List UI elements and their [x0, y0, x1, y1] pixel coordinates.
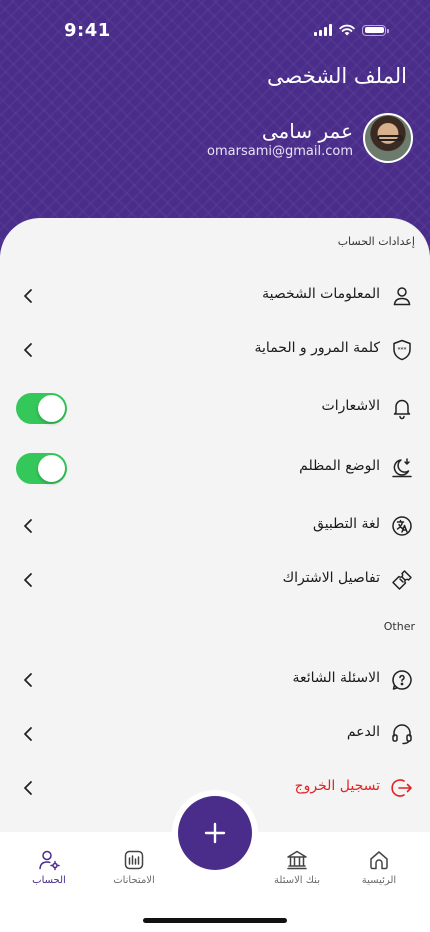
avatar[interactable] [363, 113, 413, 163]
menu-label: الوضع المظلم [299, 458, 380, 474]
logout-icon [391, 779, 412, 797]
section-account-settings: إعدادات الحساب [337, 235, 415, 248]
nav-item-home[interactable]: الرئيسية [339, 848, 419, 886]
add-button[interactable] [178, 796, 252, 870]
menu-label: تفاصيل الاشتراك [282, 570, 380, 586]
menu-item-personal-info[interactable]: المعلومات الشخصية [0, 276, 430, 316]
shield-password-icon: *** [393, 339, 411, 361]
page-title: الملف الشخصى [267, 64, 407, 88]
home-icon [370, 851, 388, 870]
chevron-left-icon [24, 519, 32, 533]
chevron-left-icon [24, 573, 32, 587]
menu-item-app-language[interactable]: لغة التطبيق [0, 506, 430, 546]
status-time: 9:41 [64, 20, 111, 41]
menu-label: لغة التطبيق [313, 516, 380, 532]
nav-item-exams[interactable]: الامتحانات [94, 848, 174, 886]
plus-icon [204, 822, 226, 844]
menu-item-subscription-details[interactable]: تفاصيل الاشتراك [0, 560, 430, 600]
nav-label: الامتحانات [113, 875, 155, 886]
user-profile: عمر سامى omarsami@gmail.com [207, 113, 413, 163]
nav-label: الحساب [32, 875, 66, 886]
ticket-icon [392, 570, 412, 590]
bell-icon [393, 399, 411, 420]
cellular-signal-icon [314, 24, 332, 36]
nav-item-account[interactable]: الحساب [9, 848, 89, 886]
question-icon [392, 670, 412, 690]
dark-mode-toggle[interactable] [16, 453, 67, 484]
menu-label: تسجيل الخروج [294, 778, 380, 794]
bank-icon [287, 850, 307, 870]
user-icon [393, 287, 411, 306]
status-icons [314, 24, 389, 36]
menu-item-password-security[interactable]: *** كلمة المرور و الحماية [0, 330, 430, 370]
wifi-icon [339, 24, 355, 36]
user-settings-icon [39, 850, 60, 871]
battery-icon [362, 24, 389, 36]
user-name: عمر سامى [261, 118, 353, 143]
section-other: Other [383, 620, 415, 633]
nav-label: الرئيسية [361, 875, 397, 886]
translate-icon [392, 516, 412, 536]
menu-item-notifications: الاشعارات [0, 388, 430, 428]
svg-text:***: *** [398, 347, 407, 354]
menu-label: الدعم [346, 724, 380, 740]
menu-item-faq[interactable]: الاسئلة الشائعة [0, 660, 430, 700]
menu-item-dark-mode: الوضع المظلم [0, 448, 430, 488]
notifications-toggle[interactable] [16, 393, 67, 424]
menu-item-support[interactable]: الدعم [0, 714, 430, 754]
chevron-left-icon [24, 727, 32, 741]
chevron-left-icon [24, 673, 32, 687]
home-indicator [143, 918, 287, 923]
menu-label: الاشعارات [321, 398, 380, 414]
chevron-left-icon [24, 343, 32, 357]
nav-label: بنك الاسئلة [274, 875, 320, 886]
exam-sheet-icon [124, 850, 144, 870]
menu-label: الاسئلة الشائعة [292, 670, 381, 686]
menu-label: المعلومات الشخصية [262, 286, 380, 302]
user-email: omarsami@gmail.com [207, 143, 353, 159]
headset-icon [392, 724, 412, 745]
menu-label: كلمة المرور و الحماية [254, 340, 380, 356]
moon-icon [392, 458, 412, 478]
chevron-left-icon [24, 781, 32, 795]
nav-item-question-bank[interactable]: بنك الاسئلة [257, 848, 337, 886]
status-bar: 9:41 [0, 0, 430, 60]
chevron-left-icon [24, 289, 32, 303]
